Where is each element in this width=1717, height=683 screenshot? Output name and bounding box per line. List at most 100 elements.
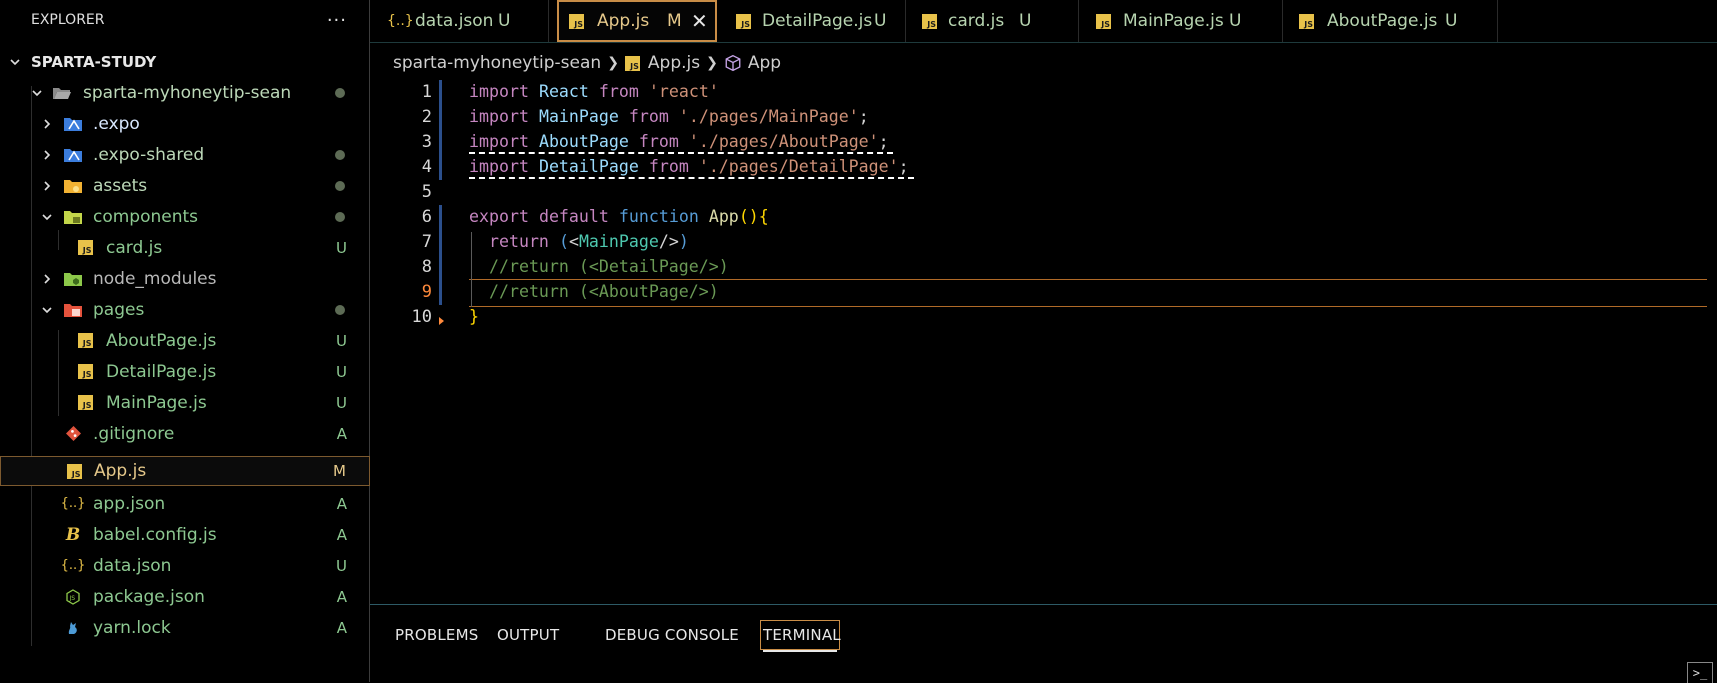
line-number: 5 xyxy=(421,182,432,202)
tree-file-card-js[interactable]: JS card.js U xyxy=(0,232,370,263)
tab-problems[interactable]: PROBLEMS xyxy=(395,620,478,650)
tree-file-mainpage-js[interactable]: JS MainPage.js U xyxy=(0,387,370,418)
line-number: 1 xyxy=(421,82,432,102)
json-file-icon: {..} xyxy=(387,13,414,29)
git-status-badge: U xyxy=(336,331,347,350)
tab-label: data.json xyxy=(415,11,494,31)
tab-mainpage-js[interactable]: JS MainPage.js U xyxy=(1079,0,1283,42)
code-line[interactable]: import AboutPage from './pages/AboutPage… xyxy=(469,132,889,151)
tree-label: .expo-shared xyxy=(93,144,205,165)
explorer-header: EXPLORER ··· xyxy=(0,0,369,40)
terminal-icon[interactable]: >_ xyxy=(1687,662,1713,683)
tab-detailpage-js[interactable]: JS DetailPage.js U xyxy=(720,0,906,42)
explorer-title: EXPLORER xyxy=(31,12,105,28)
tree-label: node_modules xyxy=(93,268,217,289)
tree-folder-expo[interactable]: .expo xyxy=(0,108,370,139)
tree-folder-node-modules[interactable]: node_modules xyxy=(0,263,370,294)
code-token: (){ xyxy=(738,207,769,226)
tree-file-gitignore[interactable]: .gitignore A xyxy=(0,418,370,449)
code-line[interactable]: return (<MainPage/>) xyxy=(469,232,689,251)
tab-output[interactable]: OUTPUT xyxy=(497,620,559,650)
code-editor[interactable]: 1 2 3 4 5 6 7 8 9 10 import React from 'react' imp… xyxy=(370,78,1717,604)
code-token: default xyxy=(538,207,609,226)
javascript-file-icon: JS xyxy=(75,393,95,413)
tab-card-js[interactable]: JS card.js U xyxy=(906,0,1079,42)
tree-file-babel-config[interactable]: B babel.config.js A xyxy=(0,519,370,550)
svg-text:JS: JS xyxy=(69,595,76,602)
tab-aboutpage-js[interactable]: JS AboutPage.js U xyxy=(1283,0,1498,42)
tab-app-js[interactable]: JS App.js M ✕ xyxy=(557,0,717,42)
chevron-right-icon xyxy=(40,148,54,162)
tab-label: card.js xyxy=(948,11,1005,31)
tab-status: M xyxy=(667,11,682,31)
code-token: /> xyxy=(658,232,679,251)
tree-folder-project[interactable]: sparta-myhoneytip-sean xyxy=(0,77,370,108)
tree-file-app-js[interactable]: JS App.js M xyxy=(0,456,370,486)
code-token: ) xyxy=(678,232,689,251)
code-token: 'react' xyxy=(648,82,719,101)
more-actions-button[interactable]: ··· xyxy=(327,10,347,31)
json-file-icon: {..} xyxy=(60,558,86,573)
tree-label: .gitignore xyxy=(93,423,175,444)
code-token: ; xyxy=(858,107,869,126)
code-token: App xyxy=(708,207,739,226)
tree-label: package.json xyxy=(93,586,205,607)
breadcrumb: sparta-myhoneytip-sean ❯ JS App.js ❯ App xyxy=(393,50,781,76)
tab-status: U xyxy=(1445,11,1458,31)
code-line[interactable]: import React from 'react' xyxy=(469,82,719,101)
javascript-file-icon: JS xyxy=(75,362,95,382)
modified-dot-icon xyxy=(335,304,345,315)
tab-debug-console[interactable]: DEBUG CONSOLE xyxy=(605,620,739,650)
code-line[interactable]: import MainPage from './pages/MainPage'; xyxy=(469,107,869,126)
tab-status: U xyxy=(1229,11,1242,31)
chevron-down-icon xyxy=(40,210,54,224)
git-status-badge: A xyxy=(336,525,347,544)
tab-label: App.js xyxy=(597,11,650,31)
tree-label: components xyxy=(93,206,199,227)
tab-data-json[interactable]: {..} data.json U xyxy=(370,0,549,42)
tree-folder-components[interactable]: components xyxy=(0,201,370,232)
javascript-file-icon: JS xyxy=(1299,13,1314,29)
code-token: } xyxy=(469,307,479,326)
tree-label: MainPage.js xyxy=(106,392,207,413)
tree-file-app-json[interactable]: {..} app.json A xyxy=(0,488,370,519)
workspace-root[interactable]: SPARTA-STUDY xyxy=(0,46,370,77)
javascript-file-icon: JS xyxy=(569,13,584,29)
tree-label: pages xyxy=(93,299,145,320)
tree-file-detailpage-js[interactable]: JS DetailPage.js U xyxy=(0,356,370,387)
close-tab-icon[interactable]: ✕ xyxy=(691,9,708,33)
line-number: 10 xyxy=(411,307,432,327)
line-number: 9 xyxy=(421,282,432,302)
chevron-down-icon xyxy=(30,86,44,100)
code-line[interactable]: import DetailPage from './pages/DetailPa… xyxy=(469,157,909,176)
tab-label: AboutPage.js xyxy=(1327,11,1438,31)
editor-tab-bar: {..} data.json U JS App.js M ✕ JS Detail… xyxy=(370,0,1717,43)
tree-file-yarn-lock[interactable]: yarn.lock A xyxy=(0,612,370,643)
breadcrumb-symbol[interactable]: App xyxy=(748,53,781,73)
code-token: from xyxy=(628,107,669,126)
code-line[interactable]: } xyxy=(469,307,479,326)
tree-file-package-json[interactable]: JS package.json A xyxy=(0,581,370,612)
code-line[interactable]: export default function App(){ xyxy=(469,207,769,226)
breadcrumb-folder[interactable]: sparta-myhoneytip-sean xyxy=(393,53,601,73)
code-line[interactable]: //return (<DetailPage/>) xyxy=(469,257,729,276)
fold-marker-icon xyxy=(439,317,444,325)
tree-folder-pages[interactable]: pages xyxy=(0,294,370,325)
modified-dot-icon xyxy=(335,149,345,160)
tab-label: MainPage.js xyxy=(1123,11,1224,31)
tree-folder-assets[interactable]: assets xyxy=(0,170,370,201)
javascript-file-icon: JS xyxy=(736,13,751,29)
line-number: 7 xyxy=(421,232,432,252)
tree-file-data-json[interactable]: {..} data.json U xyxy=(0,550,370,581)
code-token: DetailPage xyxy=(538,157,639,176)
tree-folder-expo-shared[interactable]: .expo-shared xyxy=(0,139,370,170)
git-icon xyxy=(63,424,83,444)
tab-terminal[interactable]: TERMINAL xyxy=(760,620,841,652)
breadcrumb-file[interactable]: App.js xyxy=(648,53,700,73)
tree-file-aboutpage-js[interactable]: JS AboutPage.js U xyxy=(0,325,370,356)
